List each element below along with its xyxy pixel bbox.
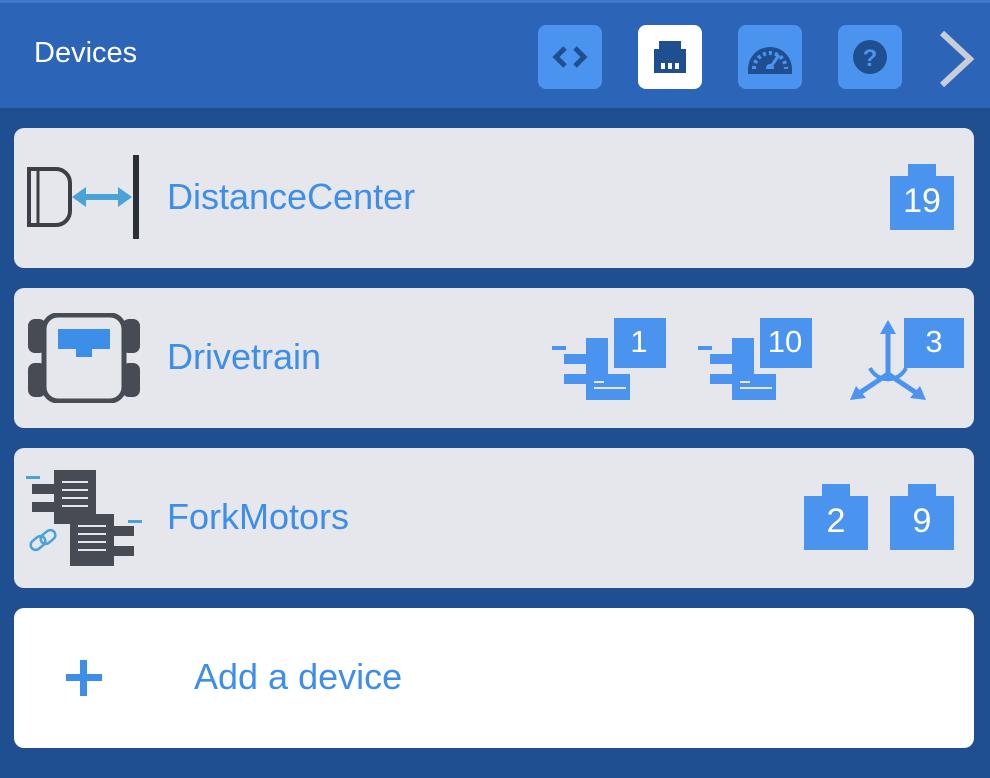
next-chevron-button[interactable] (932, 27, 982, 91)
help-button[interactable]: ? (838, 25, 902, 89)
chevron-right-icon (939, 30, 975, 88)
port-number: 3 (925, 324, 943, 359)
speedometer-icon (748, 47, 792, 74)
port-number: 2 (826, 502, 846, 540)
device-name: Drivetrain (167, 336, 322, 377)
motor-port-badge: 1 (550, 316, 670, 406)
drivetrain-icon (28, 313, 140, 403)
port-number: 9 (912, 502, 932, 540)
dashboard-button[interactable] (738, 25, 802, 89)
page-title: Devices (34, 37, 138, 69)
port-badge: 9 (890, 484, 954, 550)
question-icon: ? (853, 40, 887, 74)
port-number: 19 (903, 182, 941, 220)
motor-group-icon (26, 470, 142, 566)
port-number: 10 (767, 324, 803, 359)
device-row-distancecenter[interactable]: DistanceCenter 19 (14, 128, 974, 268)
device-row-forkmotors[interactable]: ForkMotors 2 9 (14, 448, 974, 588)
add-device-button[interactable]: Add a device (14, 608, 974, 748)
gyro-port-badge: 3 (848, 316, 968, 406)
devices-button[interactable] (638, 25, 702, 89)
port-plug-icon (654, 41, 686, 73)
motor-port-badge: 10 (696, 316, 816, 406)
device-name: DistanceCenter (167, 176, 416, 217)
port-badge: 2 (804, 484, 868, 550)
port-badge: 19 (890, 164, 954, 230)
device-name: ForkMotors (167, 496, 350, 537)
device-row-drivetrain[interactable]: Drivetrain 1 10 3 (14, 288, 974, 428)
code-view-button[interactable] (538, 25, 602, 89)
code-brackets-icon (552, 46, 588, 68)
add-device-label: Add a device (194, 656, 403, 697)
distance-sensor-icon (27, 155, 139, 239)
port-number: 1 (630, 324, 648, 359)
svg-text:?: ? (863, 45, 878, 72)
plus-icon (66, 660, 102, 696)
header-bar: Devices ? (0, 0, 990, 108)
